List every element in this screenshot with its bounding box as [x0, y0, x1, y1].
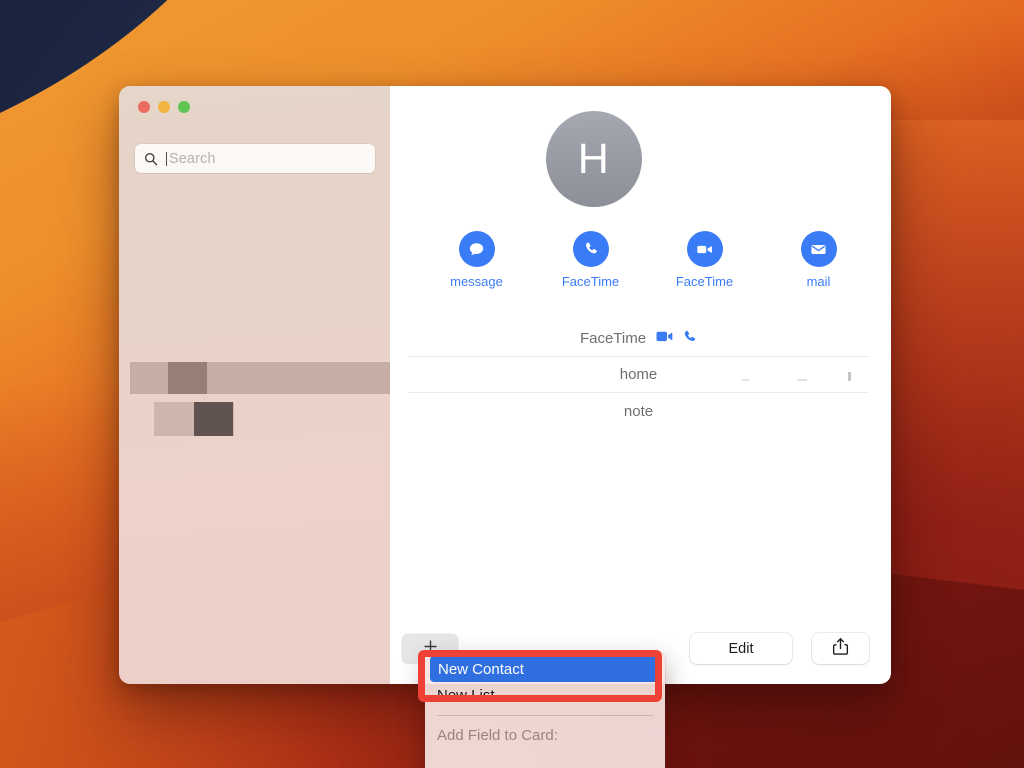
avatar[interactable]: H [545, 111, 642, 207]
contact-detail-pane: H message FaceTime FaceTime mail FaceTim… [390, 86, 891, 684]
search-field[interactable]: Search [135, 144, 375, 173]
action-button-mail[interactable]: mail [788, 231, 850, 289]
field-label: note [623, 402, 654, 420]
add-popup-menu: New Contact New List Add Field to Card: [425, 651, 665, 768]
edit-button-label: Edit [728, 640, 754, 657]
contact-action-row: message FaceTime FaceTime mail [390, 231, 891, 289]
minimize-button[interactable] [158, 101, 170, 113]
menu-item-new-list[interactable]: New List [425, 682, 665, 708]
menu-section-label: Add Field to Card: [437, 726, 558, 744]
action-label: message [450, 274, 503, 289]
phone-handset-icon[interactable] [682, 329, 697, 349]
edit-button[interactable]: Edit [690, 633, 792, 664]
menu-item-new-contact[interactable]: New Contact [430, 656, 660, 682]
field-row-facetime[interactable]: FaceTime [408, 321, 869, 357]
avatar-initial: H [577, 134, 610, 183]
close-button[interactable] [138, 101, 150, 113]
redacted-mark [797, 379, 807, 381]
sidebar: Search [119, 86, 390, 684]
action-label: FaceTime [561, 274, 620, 289]
message-bubble-icon [458, 231, 495, 267]
video-camera-icon[interactable] [656, 330, 673, 348]
redacted-contact-block [168, 362, 207, 394]
action-button-message[interactable]: message [446, 231, 508, 289]
share-icon [832, 637, 849, 661]
menu-item-label: New List [437, 686, 495, 704]
field-action-icons [656, 329, 697, 349]
contacts-window: Search H message FaceTime FaceTime mail … [119, 86, 891, 684]
redacted-mark [848, 372, 851, 381]
contact-fields: FaceTime home note [408, 321, 869, 429]
field-row-note[interactable]: note [408, 393, 869, 429]
desktop-wallpaper: Search H message FaceTime FaceTime mail … [0, 0, 1024, 768]
action-label: mail [806, 274, 831, 289]
field-label: home [619, 366, 658, 383]
search-input[interactable]: Search [169, 151, 216, 167]
menu-divider [437, 715, 653, 716]
search-icon [144, 152, 158, 166]
window-controls [138, 101, 190, 113]
share-button[interactable] [812, 633, 869, 664]
menu-item-label: New Contact [438, 660, 524, 678]
field-row-home[interactable]: home [408, 357, 869, 393]
video-camera-icon [686, 231, 723, 267]
phone-handset-icon [572, 231, 609, 267]
redacted-contact-block [194, 402, 233, 436]
search-text-cursor [166, 151, 167, 166]
field-label: FaceTime [579, 330, 647, 347]
zoom-button[interactable] [178, 101, 190, 113]
menu-section-add-field: Add Field to Card: [425, 722, 665, 748]
action-button-facetime-video[interactable]: FaceTime [674, 231, 736, 289]
redacted-mark [742, 379, 749, 381]
envelope-icon [800, 231, 837, 267]
action-label: FaceTime [675, 274, 734, 289]
action-button-facetime-audio[interactable]: FaceTime [560, 231, 622, 289]
